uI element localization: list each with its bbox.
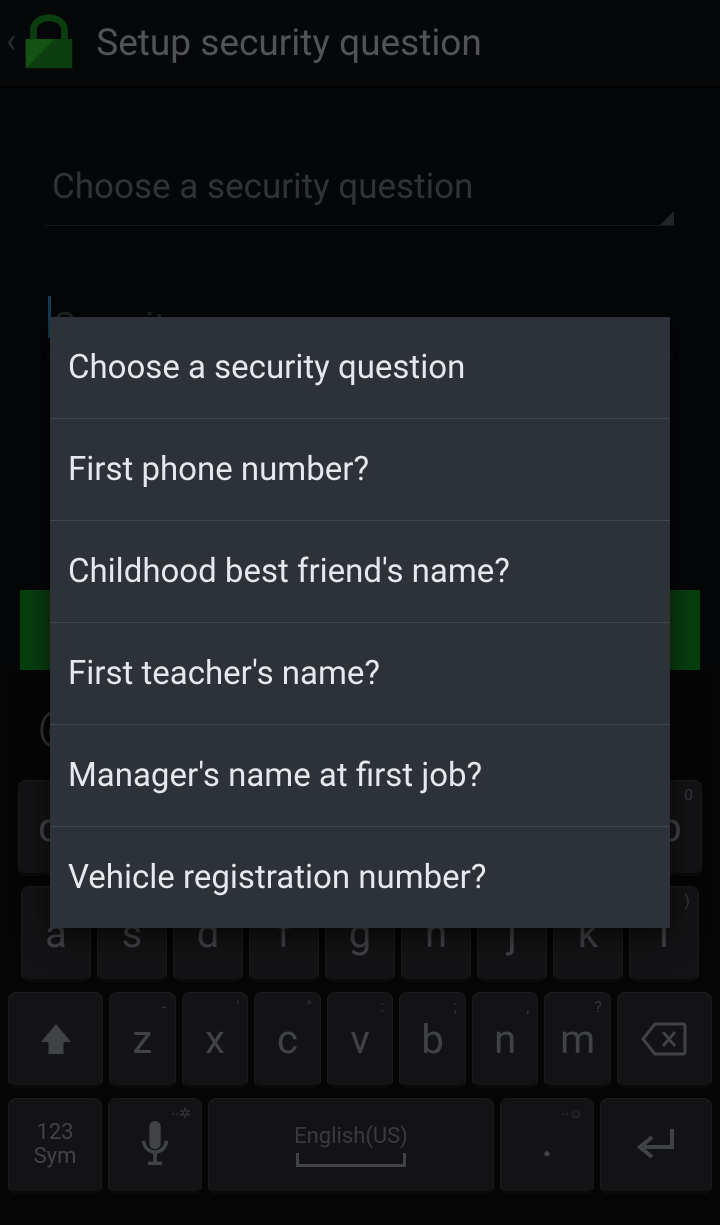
dropdown-option-0[interactable]: Choose a security question [50,317,670,419]
key-v[interactable]: v: [327,992,394,1088]
key-m[interactable]: m? [544,992,611,1088]
security-question-spinner[interactable]: Choose a security question [46,148,674,226]
key-c[interactable]: c" [254,992,321,1088]
security-question-dropdown: Choose a security questionFirst phone nu… [50,317,670,928]
dropdown-option-4[interactable]: Manager's name at first job? [50,725,670,827]
shift-key[interactable] [8,992,103,1088]
keyboard-language-label: English(US) [294,1124,408,1149]
voice-input-key[interactable]: ∙∙✲ [108,1098,202,1194]
dropdown-option-5[interactable]: Vehicle registration number? [50,827,670,928]
space-key[interactable]: English(US) [208,1098,494,1194]
symbols-key[interactable]: 123 Sym [8,1098,102,1194]
back-chevron-icon[interactable]: ‹ [6,21,18,65]
action-bar: ‹ Setup security question [0,0,720,88]
key-b[interactable]: b; [399,992,466,1088]
page-title: Setup security question [96,22,482,65]
app-logo-icon[interactable] [18,12,80,74]
dropdown-option-3[interactable]: First teacher's name? [50,623,670,725]
backspace-key[interactable] [617,992,712,1088]
key-x[interactable]: x' [182,992,249,1088]
key-z[interactable]: z- [109,992,176,1088]
key-n[interactable]: n, [472,992,539,1088]
dropdown-option-2[interactable]: Childhood best friend's name? [50,521,670,623]
period-key[interactable]: ∙∙☺ . [500,1098,594,1194]
dropdown-option-1[interactable]: First phone number? [50,419,670,521]
enter-key[interactable] [600,1098,712,1194]
